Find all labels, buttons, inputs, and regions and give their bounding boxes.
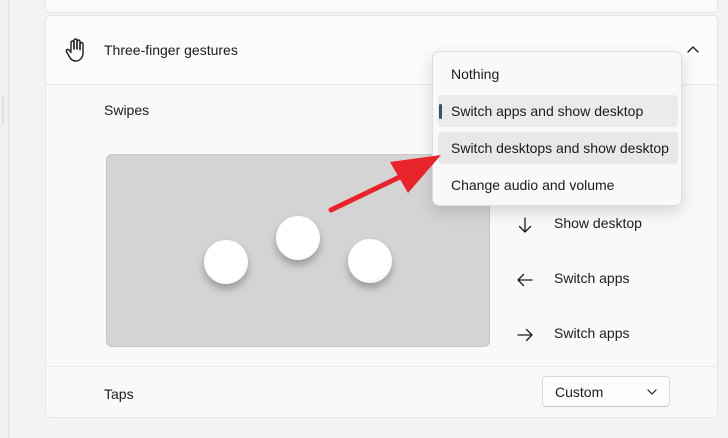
option-label: Nothing	[451, 66, 500, 82]
navigation-pane-edge	[0, 0, 9, 438]
option-label: Switch apps and show desktop	[451, 103, 644, 119]
previous-settings-card	[45, 0, 718, 13]
finger-left	[204, 240, 248, 284]
taps-select-value: Custom	[555, 384, 604, 400]
taps-label: Taps	[104, 386, 134, 402]
gesture-left-label: Switch apps	[554, 270, 630, 286]
dropdown-option-switch-apps-show-desktop[interactable]: Switch apps and show desktop	[438, 95, 678, 127]
chevron-down-icon	[647, 389, 657, 395]
section-title: Three-finger gestures	[104, 42, 238, 58]
gesture-down-label: Show desktop	[554, 215, 642, 231]
selection-indicator	[439, 104, 442, 119]
nav-scroll-indicator	[2, 95, 4, 125]
gesture-right-label: Switch apps	[554, 325, 630, 341]
option-label: Switch desktops and show desktop	[451, 140, 669, 156]
arrow-left-icon	[517, 273, 533, 287]
chevron-up-icon[interactable]	[686, 44, 700, 54]
swipes-label: Swipes	[104, 102, 150, 118]
dropdown-option-change-audio-volume[interactable]: Change audio and volume	[438, 169, 678, 201]
finger-right	[348, 239, 392, 283]
option-label: Change audio and volume	[451, 177, 615, 193]
arrow-down-icon	[518, 217, 532, 233]
dropdown-option-nothing[interactable]: Nothing	[438, 58, 678, 90]
swipes-dropdown-menu: Nothing Switch apps and show desktop Swi…	[432, 51, 682, 206]
finger-middle	[276, 216, 320, 260]
arrow-right-icon	[517, 328, 533, 342]
hand-icon	[65, 38, 84, 62]
dropdown-option-switch-desktops-show-desktop[interactable]: Switch desktops and show desktop	[438, 132, 678, 164]
taps-divider	[46, 366, 717, 367]
taps-select[interactable]: Custom	[542, 376, 670, 407]
